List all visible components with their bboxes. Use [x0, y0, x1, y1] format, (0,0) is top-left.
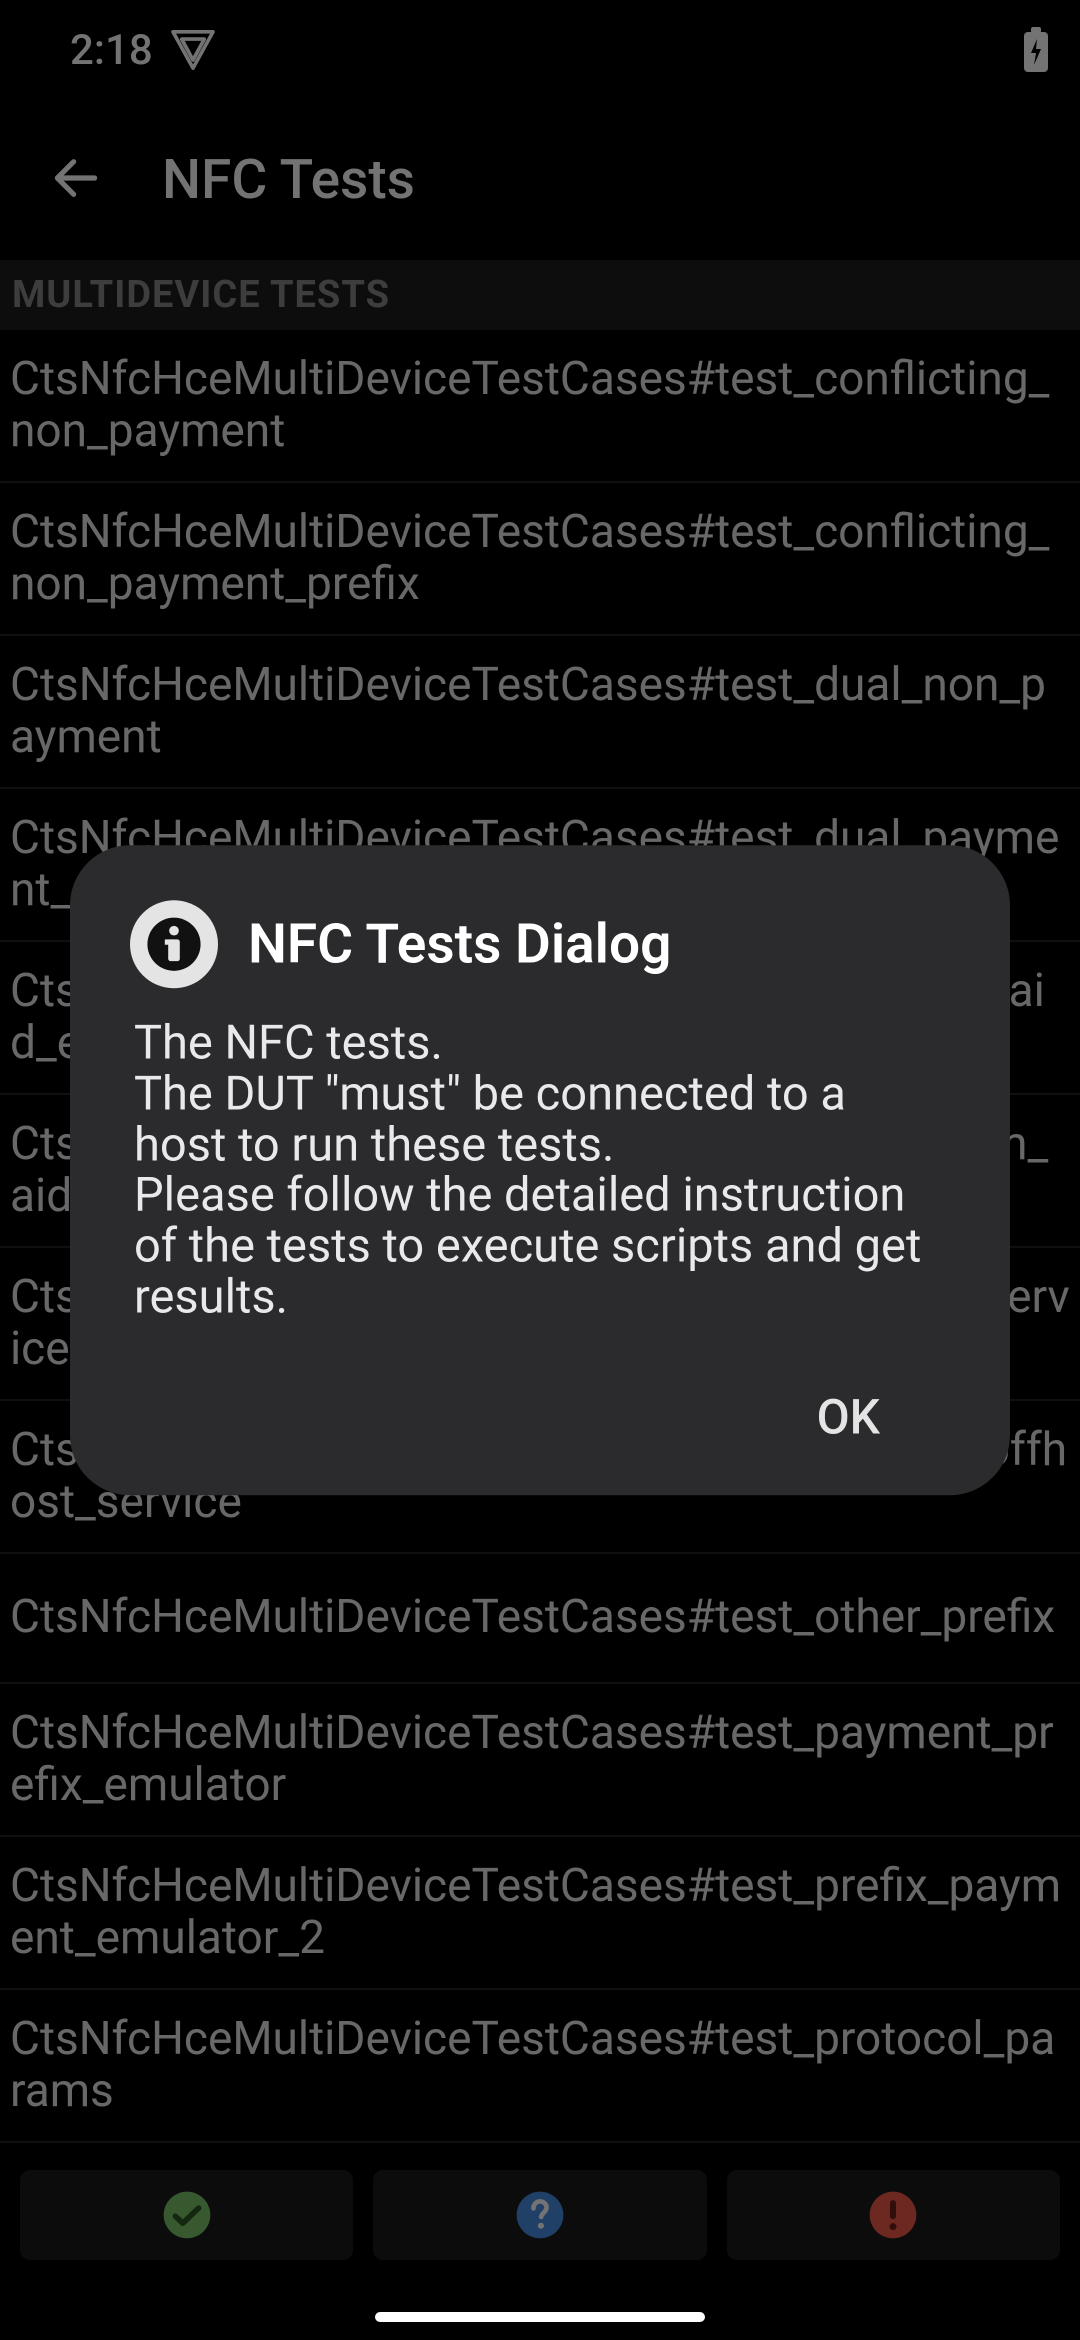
dialog-actions: OK	[130, 1378, 950, 1455]
dialog-body-text: The NFC tests. The DUT "must" be connect…	[130, 1018, 950, 1323]
dialog-title: NFC Tests Dialog	[248, 912, 671, 976]
info-icon	[130, 900, 218, 988]
dialog-header: NFC Tests Dialog	[130, 900, 950, 988]
ok-button[interactable]: OK	[797, 1378, 900, 1455]
gesture-bar[interactable]	[375, 2312, 705, 2322]
nfc-tests-dialog: NFC Tests Dialog The NFC tests. The DUT …	[70, 845, 1010, 1495]
